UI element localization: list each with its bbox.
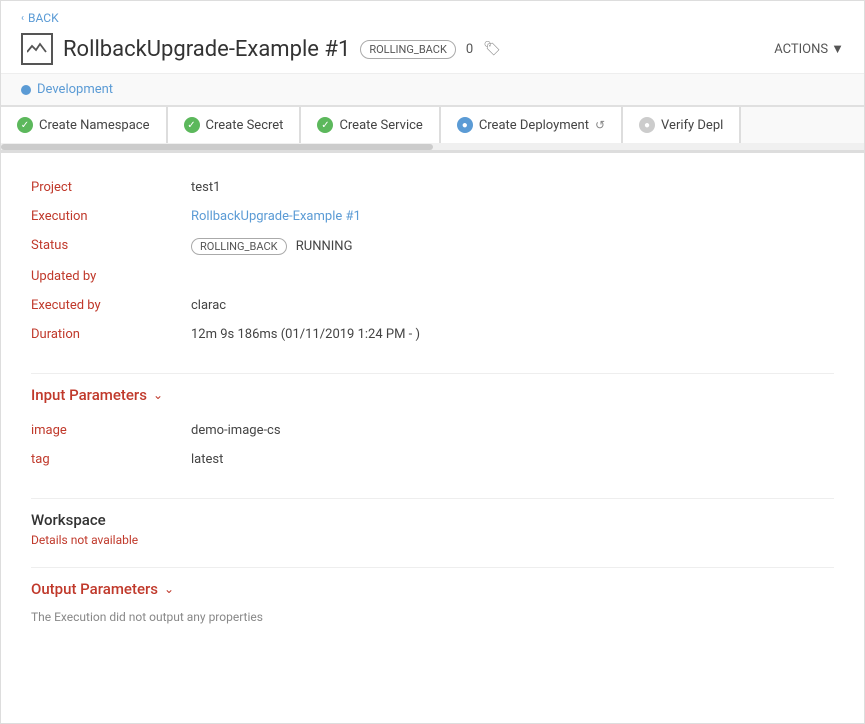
back-chevron-icon: ‹	[21, 13, 24, 24]
label-updated-by: Updated by	[31, 262, 191, 291]
value-updated-by	[191, 262, 834, 291]
step-label: Create Secret	[206, 118, 284, 133]
table-row: Project test1	[31, 173, 834, 202]
input-parameters-section: Input Parameters ⌄ image demo-image-cs t…	[31, 386, 834, 474]
input-params-chevron-icon: ⌄	[153, 388, 163, 402]
table-row: Status ROLLING_BACK RUNNING	[31, 231, 834, 262]
input-params-table: image demo-image-cs tag latest	[31, 416, 834, 474]
step-create-namespace[interactable]: ✓ Create Namespace	[1, 107, 168, 143]
step-create-deployment[interactable]: ● Create Deployment ↺	[441, 107, 623, 143]
label-status: Status	[31, 231, 191, 262]
scrollbar-thumb	[1, 144, 433, 150]
label-executed-by: Executed by	[31, 291, 191, 320]
execution-link[interactable]: RollbackUpgrade-Example #1	[191, 209, 361, 224]
pipeline-steps: ✓ Create Namespace ✓ Create Secret ✓ Cre…	[1, 106, 864, 143]
label-project: Project	[31, 173, 191, 202]
label-duration: Duration	[31, 320, 191, 349]
count-badge: 0	[466, 42, 473, 57]
workspace-subtitle: Details not available	[31, 533, 834, 547]
value-project: test1	[191, 173, 834, 202]
output-parameters-subtitle: The Execution did not output any propert…	[31, 610, 834, 624]
output-parameters-section: Output Parameters ⌄ The Execution did no…	[31, 580, 834, 624]
back-label: BACK	[28, 11, 59, 25]
input-parameters-heading[interactable]: Input Parameters ⌄	[31, 386, 834, 404]
step-pending-icon: ●	[639, 117, 655, 133]
table-row: Updated by	[31, 262, 834, 291]
actions-chevron-icon: ▼	[831, 41, 844, 57]
info-table: Project test1 Execution RollbackUpgrade-…	[31, 173, 834, 349]
workflow-icon	[21, 33, 53, 65]
env-label: Development	[21, 82, 844, 97]
divider	[31, 567, 834, 568]
step-label: Verify Depl	[661, 118, 723, 133]
status-running-text: RUNNING	[296, 239, 353, 254]
table-row: Executed by clarac	[31, 291, 834, 320]
page-title: RollbackUpgrade-Example #1	[63, 37, 350, 62]
value-image: demo-image-cs	[191, 416, 834, 445]
step-label: Create Namespace	[39, 118, 150, 133]
table-row: tag latest	[31, 445, 834, 474]
table-row: image demo-image-cs	[31, 416, 834, 445]
output-parameters-heading[interactable]: Output Parameters ⌄	[31, 580, 834, 598]
step-success-icon: ✓	[17, 117, 33, 133]
divider	[31, 373, 834, 374]
label-image: image	[31, 416, 191, 445]
step-label: Create Deployment	[479, 118, 589, 133]
back-link[interactable]: ‹ BACK	[21, 11, 844, 25]
workspace-heading: Workspace	[31, 511, 834, 529]
step-success-icon: ✓	[184, 117, 200, 133]
step-rollback-icon: ↺	[595, 118, 605, 132]
tag-icon: 🏷	[483, 41, 501, 57]
step-create-secret[interactable]: ✓ Create Secret	[168, 107, 302, 143]
step-verify-deployment[interactable]: ● Verify Depl	[623, 107, 741, 143]
output-params-chevron-icon: ⌄	[164, 582, 174, 596]
status-badge: ROLLING_BACK	[360, 40, 456, 59]
step-label: Create Service	[339, 118, 422, 133]
label-tag: tag	[31, 445, 191, 474]
actions-button[interactable]: ACTIONS ▼	[774, 41, 844, 57]
pipeline-scrollbar[interactable]	[1, 143, 864, 151]
value-executed-by: clarac	[191, 291, 834, 320]
step-success-icon: ✓	[317, 117, 333, 133]
status-inline-badge: ROLLING_BACK	[191, 238, 287, 255]
workspace-section: Workspace Details not available	[31, 511, 834, 547]
value-status: ROLLING_BACK RUNNING	[191, 231, 834, 262]
value-execution: RollbackUpgrade-Example #1	[191, 202, 834, 231]
step-inprogress-icon: ●	[457, 117, 473, 133]
label-execution: Execution	[31, 202, 191, 231]
divider	[31, 498, 834, 499]
table-row: Execution RollbackUpgrade-Example #1	[31, 202, 834, 231]
table-row: Duration 12m 9s 186ms (01/11/2019 1:24 P…	[31, 320, 834, 349]
env-dot-icon	[21, 85, 31, 95]
value-tag: latest	[191, 445, 834, 474]
step-create-service[interactable]: ✓ Create Service	[301, 107, 440, 143]
value-duration: 12m 9s 186ms (01/11/2019 1:24 PM - )	[191, 320, 834, 349]
